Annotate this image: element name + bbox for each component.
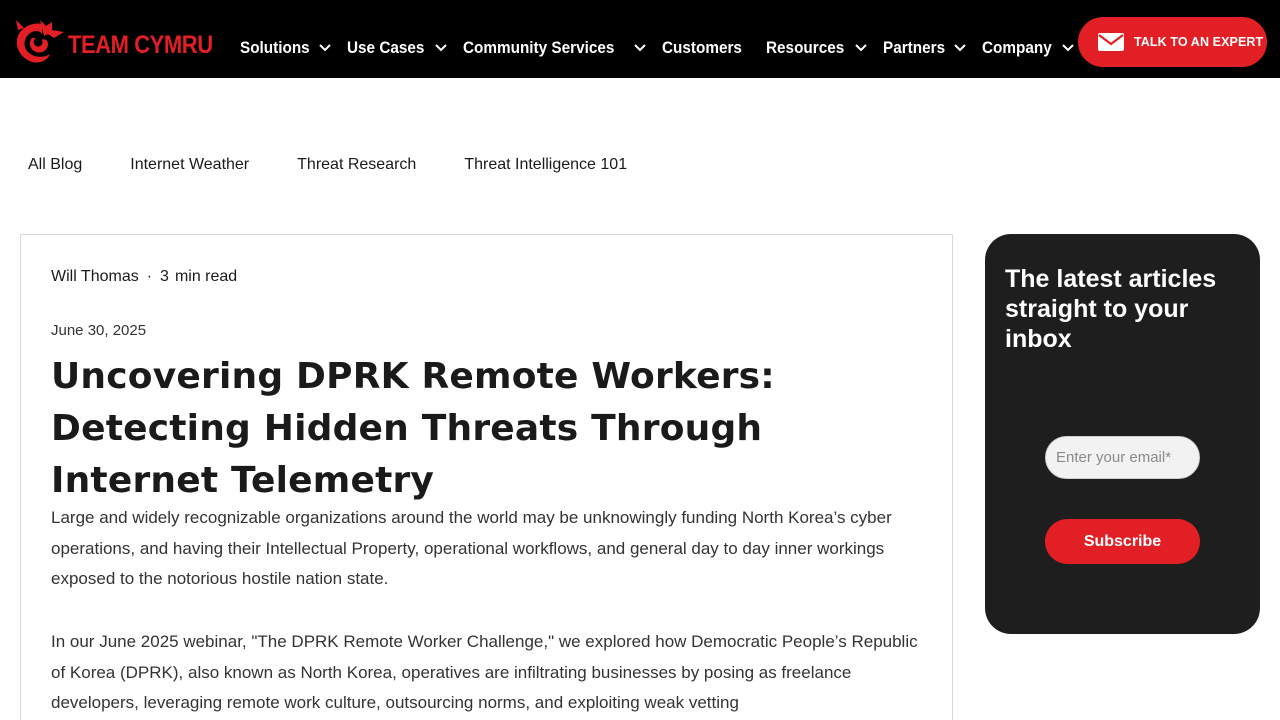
nav-item-resources[interactable]: Resources	[766, 38, 868, 58]
author-link[interactable]: Will Thomas	[51, 268, 139, 286]
top-navigation-bar: TEAM CYMRU Solutions Use Cases Community…	[0, 0, 1280, 78]
tab-threat-research[interactable]: Threat Research	[297, 156, 416, 174]
nav-item-customers[interactable]: Customers	[662, 38, 751, 58]
nav-label: Company	[982, 38, 1053, 57]
post-title: Uncovering DPRK Remote Workers: Detectin…	[51, 356, 775, 501]
post-date: June 30, 2025	[51, 322, 147, 339]
nav-label: Partners	[883, 38, 946, 57]
talk-to-expert-button[interactable]: TALK TO AN EXPERT	[1078, 17, 1267, 67]
tab-all-blog[interactable]: All Blog	[28, 156, 82, 174]
chevron-down-icon	[855, 44, 868, 52]
chevron-down-icon	[1062, 44, 1074, 52]
tab-threat-intelligence-101[interactable]: Threat Intelligence 101	[464, 156, 627, 174]
team-cymru-logo[interactable]: TEAM CYMRU	[12, 18, 232, 66]
chevron-down-icon	[319, 44, 332, 52]
meta-separator: ·	[146, 268, 153, 285]
post-paragraph: Large and widely recognizable organizati…	[51, 508, 892, 588]
nav-item-community-services[interactable]: Community Services	[463, 38, 646, 58]
cta-label: TALK TO AN EXPERT	[1134, 35, 1264, 49]
post-meta: Will Thomas · 3 min read	[51, 268, 237, 286]
main-nav: Solutions Use Cases Community Services C…	[240, 38, 1090, 58]
nav-label: Resources	[766, 38, 845, 57]
nav-item-partners[interactable]: Partners	[883, 38, 967, 58]
email-input[interactable]	[1045, 436, 1200, 479]
tab-internet-weather[interactable]: Internet Weather	[130, 156, 249, 174]
nav-label: Customers	[661, 38, 742, 57]
subscribe-button[interactable]: Subscribe	[1045, 519, 1200, 564]
newsletter-heading: The latest articles straight to your inb…	[1005, 265, 1217, 353]
post-paragraph: In our June 2025 webinar, "The DPRK Remo…	[51, 632, 918, 712]
nav-label: Community Services	[463, 38, 615, 57]
read-time-unit: min read	[174, 268, 238, 285]
newsletter-signup-panel: The latest articles straight to your inb…	[985, 234, 1260, 634]
read-time-value: 3	[160, 268, 169, 285]
chevron-down-icon	[633, 44, 646, 52]
nav-label: Use Cases	[347, 38, 425, 57]
nav-item-use-cases[interactable]: Use Cases	[347, 38, 448, 58]
nav-item-company[interactable]: Company	[982, 38, 1074, 58]
nav-label: Solutions	[240, 38, 310, 57]
nav-item-solutions[interactable]: Solutions	[240, 38, 332, 58]
blog-post-card: Will Thomas · 3 min read June 30, 2025 U…	[20, 234, 953, 720]
blog-category-tabs: All Blog Internet Weather Threat Researc…	[28, 156, 675, 174]
dragon-icon	[12, 18, 66, 66]
mail-icon	[1098, 33, 1124, 51]
brand-name: TEAM CYMRU	[68, 30, 213, 59]
chevron-down-icon	[435, 44, 448, 52]
chevron-down-icon	[954, 44, 967, 52]
